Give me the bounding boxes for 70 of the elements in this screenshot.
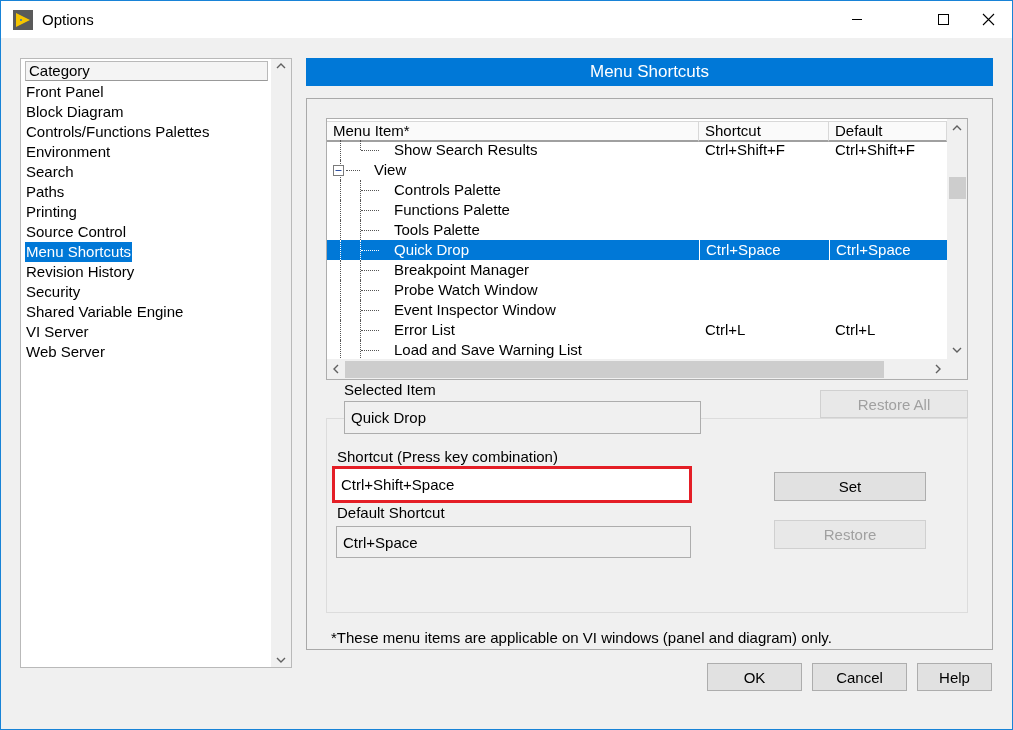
page-header: Menu Shortcuts [306,58,993,86]
scrollbar-thumb[interactable] [345,360,884,378]
scroll-down-icon[interactable] [952,347,962,353]
column-header[interactable]: Shortcut [699,121,829,142]
tree-row[interactable]: Show Search Results Ctrl+Shift+F Ctrl+Shift+F [327,140,947,160]
app-logo-icon[interactable] [13,9,33,30]
category-item[interactable]: Block Diagram [25,102,125,122]
category-item[interactable]: Front Panel [25,82,105,102]
menu-item-label: View [374,160,407,180]
horizontal-scrollbar[interactable] [327,359,947,379]
category-item[interactable]: Revision History [25,262,136,282]
tree-row[interactable]: Functions Palette [327,200,947,220]
menu-item-label: Error List [394,320,455,340]
column-header[interactable]: Default [829,121,947,142]
category-item[interactable]: Printing [25,202,78,222]
footnote-text: *These menu items are applicable on VI windows (panel and diagram) only. [331,629,833,646]
field-label: Selected Item [344,380,437,399]
scroll-up-icon[interactable] [276,63,286,69]
menu-item-label: Controls Palette [394,180,501,200]
default-shortcut-text: Ctrl+Shift+F [835,141,916,158]
vertical-scrollbar[interactable] [947,119,967,359]
shortcut-text: Ctrl+Space [706,241,781,258]
set-button[interactable]: Set [774,471,926,501]
tree-row[interactable]: Event Inspector Window [327,300,947,320]
category-item[interactable]: Search [25,162,75,182]
window-title: Options [42,11,95,28]
default-shortcut-text: Ctrl+L [835,321,876,338]
collapse-icon[interactable] [333,165,344,176]
shortcut-text: Ctrl+L [705,321,746,338]
category-item[interactable]: Security [25,282,82,302]
menu-item-label: Show Search Results [394,140,538,160]
selected-item-field[interactable]: Quick Drop [344,401,701,434]
shortcut-field[interactable]: Ctrl+Shift+Space [332,466,692,503]
column-header[interactable]: Menu Item* [327,121,699,142]
category-item[interactable]: Menu Shortcuts [25,242,133,262]
category-item[interactable]: VI Server [25,322,90,342]
category-item[interactable]: Source Control [25,222,128,242]
tree-row[interactable]: Breakpoint Manager [327,260,947,280]
category-item[interactable]: Environment [25,142,112,162]
tree-row[interactable]: View [327,160,947,180]
scroll-right-icon[interactable] [935,364,941,374]
category-item[interactable]: Controls/Functions Palettes [25,122,211,142]
menu-item-label: Probe Watch Window [394,280,538,300]
menu-item-label: Load and Save Warning List [394,340,582,359]
dialog-button[interactable]: Cancel [812,663,907,691]
dialog-button[interactable]: OK [707,663,802,691]
field-label: Shortcut (Press key combination) [337,447,559,466]
menu-item-label: Event Inspector Window [394,300,556,320]
category-item[interactable]: Paths [25,182,66,202]
field-label: Default Shortcut [337,503,446,522]
tree-row[interactable]: Probe Watch Window [327,280,947,300]
dialog-button[interactable]: Help [917,663,992,691]
category-item[interactable]: Shared Variable Engine [25,302,185,322]
menu-item-label: Breakpoint Manager [394,260,530,280]
menu-item-label: Functions Palette [394,200,510,220]
tree-row[interactable]: Error List Ctrl+L Ctrl+L [327,320,947,340]
scroll-up-icon[interactable] [952,125,962,131]
column-header[interactable]: Category [25,61,268,81]
menu-item-label: Tools Palette [394,220,480,240]
scrollbar-thumb[interactable] [948,177,966,199]
menu-item-label: Quick Drop [394,240,470,260]
scroll-down-icon[interactable] [276,657,286,663]
default-shortcut-text: Ctrl+Space [836,241,911,258]
vertical-scrollbar[interactable] [271,59,291,667]
category-item[interactable]: Web Server [25,342,106,362]
tree-row[interactable]: Controls Palette [327,180,947,200]
shortcut-text: Ctrl+Shift+F [705,141,786,158]
tree-row[interactable]: Quick Drop Ctrl+Space Ctrl+Space [327,240,947,260]
default-shortcut-field[interactable]: Ctrl+Space [336,526,691,558]
scroll-left-icon[interactable] [333,364,339,374]
